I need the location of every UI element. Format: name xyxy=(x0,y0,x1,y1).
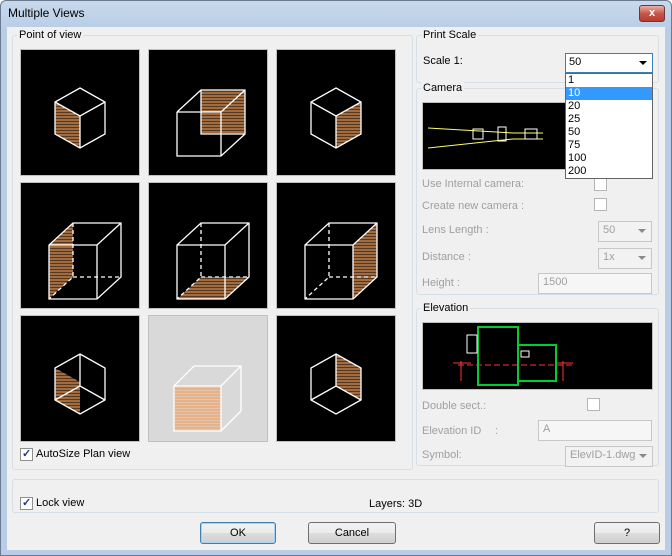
dialog-body: Point of view AutoSize Plan view Print S… xyxy=(7,27,665,550)
elevation-id-colon: : xyxy=(495,425,499,437)
view-thumbnail-bottom[interactable] xyxy=(148,182,268,309)
scale-option[interactable]: 100 xyxy=(566,152,652,165)
symbol-label: Symbol: xyxy=(422,449,462,461)
symbol-value: ElevID-1.dwg xyxy=(570,449,636,461)
create-new-camera-checkbox[interactable] xyxy=(594,198,607,211)
lock-view-label: Lock view xyxy=(36,497,85,509)
elevation-id-input[interactable]: A xyxy=(538,420,652,441)
view-thumbnail-side-left[interactable] xyxy=(20,182,140,309)
window-title: Multiple Views xyxy=(8,6,85,20)
layers-label: Layers: 3D xyxy=(369,498,423,510)
lens-length-label: Lens Length : xyxy=(422,224,489,236)
scale-option[interactable]: 200 xyxy=(566,165,652,178)
point-of-view-label: Point of view xyxy=(17,29,84,41)
chevron-down-icon xyxy=(638,229,646,233)
elevation-label: Elevation xyxy=(421,302,471,314)
scale-option[interactable]: 20 xyxy=(566,100,652,113)
scale-value: 50 xyxy=(569,56,582,68)
cube-view-icon xyxy=(310,87,362,149)
distance-value: 1x xyxy=(603,251,615,263)
elevation-preview xyxy=(422,322,653,390)
autosize-label: AutoSize Plan view xyxy=(36,448,131,460)
cube-view-icon xyxy=(173,365,243,432)
footer-group xyxy=(12,479,659,513)
help-button[interactable]: ? xyxy=(594,522,660,544)
cube-view-icon xyxy=(176,222,250,300)
double-sect-checkbox[interactable] xyxy=(587,398,600,411)
elevation-preview-drawing xyxy=(453,326,573,386)
lens-length-value: 50 xyxy=(603,224,616,236)
print-scale-label: Print Scale xyxy=(421,29,479,41)
close-button[interactable]: x xyxy=(639,5,665,22)
view-thumbnail-plan-front[interactable] xyxy=(148,315,268,442)
chevron-down-icon xyxy=(639,61,647,65)
cube-view-icon xyxy=(54,87,106,149)
use-internal-camera-checkbox[interactable] xyxy=(594,178,607,191)
close-icon: x xyxy=(648,7,656,19)
cube-view-icon xyxy=(54,353,106,415)
height-label: Height : xyxy=(422,277,460,289)
scale-label: Scale 1: xyxy=(423,55,463,67)
view-thumbnail-iso-left-bottom[interactable] xyxy=(20,315,140,442)
autosize-checkbox[interactable] xyxy=(20,447,33,461)
lock-view-checkbox[interactable] xyxy=(20,496,33,510)
scale-select[interactable]: 50 xyxy=(565,53,653,73)
cancel-button[interactable]: Cancel xyxy=(308,522,396,544)
ok-button[interactable]: OK xyxy=(200,522,276,544)
view-thumbnail-iso-left-front[interactable] xyxy=(20,49,140,176)
scale-option[interactable]: 25 xyxy=(566,113,652,126)
scale-option[interactable]: 10 xyxy=(566,87,652,100)
cube-view-icon xyxy=(48,222,122,300)
view-thumbnail-iso-right-front[interactable] xyxy=(276,49,396,176)
view-thumbnail-side-right[interactable] xyxy=(276,182,396,309)
cube-view-icon xyxy=(176,89,246,157)
view-thumbnail-top-front[interactable] xyxy=(148,49,268,176)
scale-option[interactable]: 50 xyxy=(566,126,652,139)
create-new-camera-label: Create new camera : xyxy=(422,200,525,212)
scale-option[interactable]: 75 xyxy=(566,139,652,152)
scale-option[interactable]: 1 xyxy=(566,74,652,87)
title-bar[interactable]: Multiple Views x xyxy=(1,1,671,27)
cube-view-icon xyxy=(304,222,378,300)
lens-length-select[interactable]: 50 xyxy=(598,221,652,242)
camera-label: Camera xyxy=(421,82,465,94)
symbol-select[interactable]: ElevID-1.dwg xyxy=(565,446,653,467)
scale-dropdown-list: 1 10 20 25 50 75 100 200 xyxy=(565,73,653,179)
double-sect-label: Double sect.: xyxy=(422,400,487,412)
chevron-down-icon xyxy=(639,454,647,458)
distance-select[interactable]: 1x xyxy=(598,248,652,269)
use-internal-camera-label: Use Internal camera: xyxy=(422,178,525,190)
multiple-views-dialog: Multiple Views x Point of view AutoSize … xyxy=(0,0,672,556)
chevron-down-icon xyxy=(638,256,646,260)
distance-label: Distance : xyxy=(422,251,471,263)
cube-view-icon xyxy=(310,353,362,415)
elevation-id-label: Elevation ID xyxy=(422,425,482,437)
height-input[interactable]: 1500 xyxy=(538,273,652,294)
view-thumbnail-iso-right-bottom[interactable] xyxy=(276,315,396,442)
